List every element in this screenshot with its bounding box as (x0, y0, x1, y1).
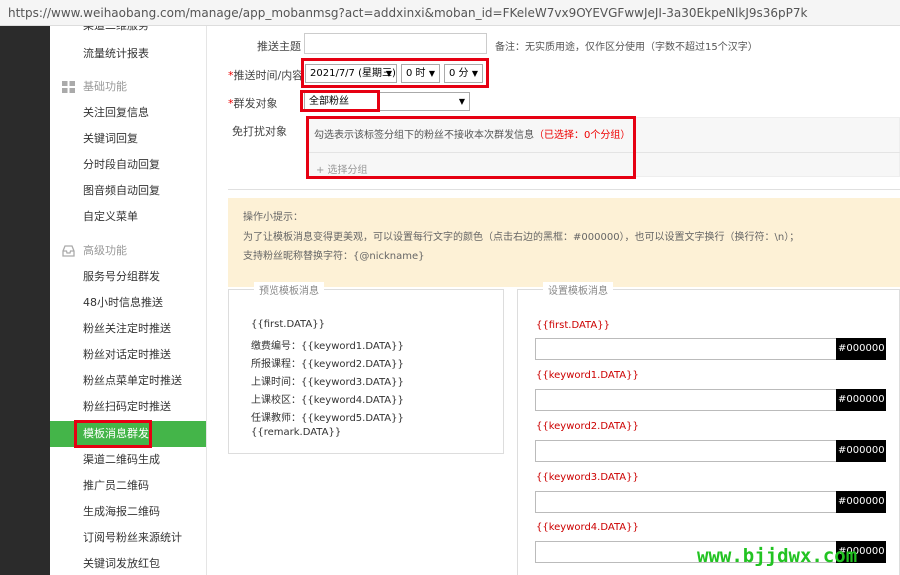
sidebar-item-48h-push[interactable]: 48小时信息推送 (50, 290, 206, 316)
field-label-keyword2: {{keyword2.DATA}} (536, 421, 639, 432)
color-picker-keyword1[interactable]: #000000 (836, 389, 886, 411)
preview-line: 任课教师：{{keyword5.DATA}} (251, 413, 404, 424)
tips-line-2: 支持粉丝昵称替换字符：{@nickname} (243, 251, 425, 262)
sidebar-item-timed-reply[interactable]: 分时段自动回复 (50, 152, 206, 178)
chevron-down-icon: ▼ (428, 69, 435, 78)
sidebar-item-promoter-qr[interactable]: 推广员二维码 (50, 473, 206, 499)
color-picker-keyword3[interactable]: #000000 (836, 491, 886, 513)
field-input-keyword2[interactable] (535, 440, 837, 462)
preview-line: {{first.DATA}} (251, 319, 325, 330)
minute-select[interactable]: 0 分 ▼ (444, 64, 483, 83)
settings-panel: 设置模板消息 {{first.DATA}} #000000 {{keyword1… (517, 282, 900, 575)
chevron-down-icon: ▼ (385, 69, 392, 78)
sidebar-item-group-send[interactable]: 服务号分组群发 (50, 264, 206, 290)
preview-line: 所报课程：{{keyword2.DATA}} (251, 359, 404, 370)
preview-line: {{remark.DATA}} (251, 427, 342, 438)
field-input-keyword3[interactable] (535, 491, 837, 513)
field-label-first: {{first.DATA}} (536, 320, 610, 331)
section-advanced-label: 高级功能 (83, 244, 127, 257)
chevron-down-icon: ▼ (458, 97, 465, 106)
subject-note: 备注：无实质用途，仅作区分使用（字数不超过15个汉字） (495, 42, 758, 53)
left-nav-strip (0, 26, 50, 575)
sidebar-item-traffic-report[interactable]: 流量统计报表 (50, 41, 206, 67)
sidebar-item-menu-timed[interactable]: 粉丝点菜单定时推送 (50, 368, 206, 394)
main-content: 推送主题 备注：无实质用途，仅作区分使用（字数不超过15个汉字） *推送时间/内… (207, 26, 900, 575)
highlight-box-sidebar (74, 420, 152, 448)
sidebar-item-chat-timed[interactable]: 粉丝对话定时推送 (50, 342, 206, 368)
field-label-keyword3: {{keyword3.DATA}} (536, 472, 639, 483)
sidebar: 渠道二维服务 流量统计报表 基础功能 关注回复信息 关键词回复 分时段自动回复 … (50, 26, 207, 575)
preview-line: 缴费编号：{{keyword1.DATA}} (251, 341, 404, 352)
sidebar-item-source-stats[interactable]: 订阅号粉丝来源统计 (50, 525, 206, 551)
field-label-keyword1: {{keyword1.DATA}} (536, 370, 639, 381)
sidebar-item-scan-timed[interactable]: 粉丝扫码定时推送 (50, 394, 206, 420)
chevron-down-icon: ▼ (471, 69, 478, 78)
preview-line: 上课时间：{{keyword3.DATA}} (251, 377, 404, 388)
inbox-icon (62, 245, 75, 257)
field-input-keyword1[interactable] (535, 389, 837, 411)
sidebar-item-channel-partial[interactable]: 渠道二维服务 (50, 26, 206, 39)
sidebar-item-keyword-reply[interactable]: 关键词回复 (50, 126, 206, 152)
sidebar-item-channel-qr[interactable]: 渠道二维码生成 (50, 447, 206, 473)
hour-select[interactable]: 0 时 ▼ (401, 64, 440, 83)
sidebar-item-follow-reply[interactable]: 关注回复信息 (50, 100, 206, 126)
sidebar-item-poster-qr[interactable]: 生成海报二维码 (50, 499, 206, 525)
date-select[interactable]: 2021/7/7 (星期三) ▼ (305, 64, 397, 83)
url-text[interactable]: https://www.weihaobang.com/manage/app_mo… (8, 6, 807, 20)
settings-title: 设置模板消息 (543, 282, 613, 297)
target-label: *群发对象 (228, 97, 278, 110)
grid-icon (62, 81, 75, 93)
color-picker-keyword2[interactable]: #000000 (836, 440, 886, 462)
watermark: www.bjjdwx.com (697, 545, 858, 567)
sidebar-item-media-reply[interactable]: 图音频自动回复 (50, 178, 206, 204)
subject-label: 推送主题 (257, 40, 301, 53)
highlight-box-disturb (306, 116, 636, 179)
sidebar-item-keyword-redpacket[interactable]: 关键词发放红包 (50, 551, 206, 575)
section-basic-label: 基础功能 (83, 80, 127, 93)
sidebar-section-advanced: 高级功能 (50, 238, 206, 264)
time-label: *推送时间/内容 (228, 69, 304, 82)
sidebar-section-basic: 基础功能 (50, 74, 206, 100)
subject-input[interactable] (304, 33, 487, 54)
preview-title: 预览模板消息 (254, 282, 324, 297)
preview-line: 上课校区：{{keyword4.DATA}} (251, 395, 404, 406)
address-bar[interactable]: https://www.weihaobang.com/manage/app_mo… (0, 0, 900, 26)
sidebar-item-custom-menu[interactable]: 自定义菜单 (50, 204, 206, 230)
tips-line-1: 为了让模板消息变得更美观，可以设置每行文字的颜色（点击右边的黑框：#000000… (243, 232, 800, 243)
sidebar-item-follow-timed[interactable]: 粉丝关注定时推送 (50, 316, 206, 342)
highlight-box-target (300, 90, 380, 112)
field-label-keyword4: {{keyword4.DATA}} (536, 522, 639, 533)
color-picker-first[interactable]: #000000 (836, 338, 886, 360)
tips-title: 操作小提示： (243, 212, 303, 223)
field-input-first[interactable] (535, 338, 837, 360)
disturb-label: 免打扰对象 (232, 125, 287, 138)
tips-box: 操作小提示： 为了让模板消息变得更美观，可以设置每行文字的颜色（点击右边的黑框：… (228, 198, 900, 287)
section-divider (228, 189, 900, 190)
preview-panel: 预览模板消息 {{first.DATA}} 缴费编号：{{keyword1.DA… (228, 282, 504, 454)
